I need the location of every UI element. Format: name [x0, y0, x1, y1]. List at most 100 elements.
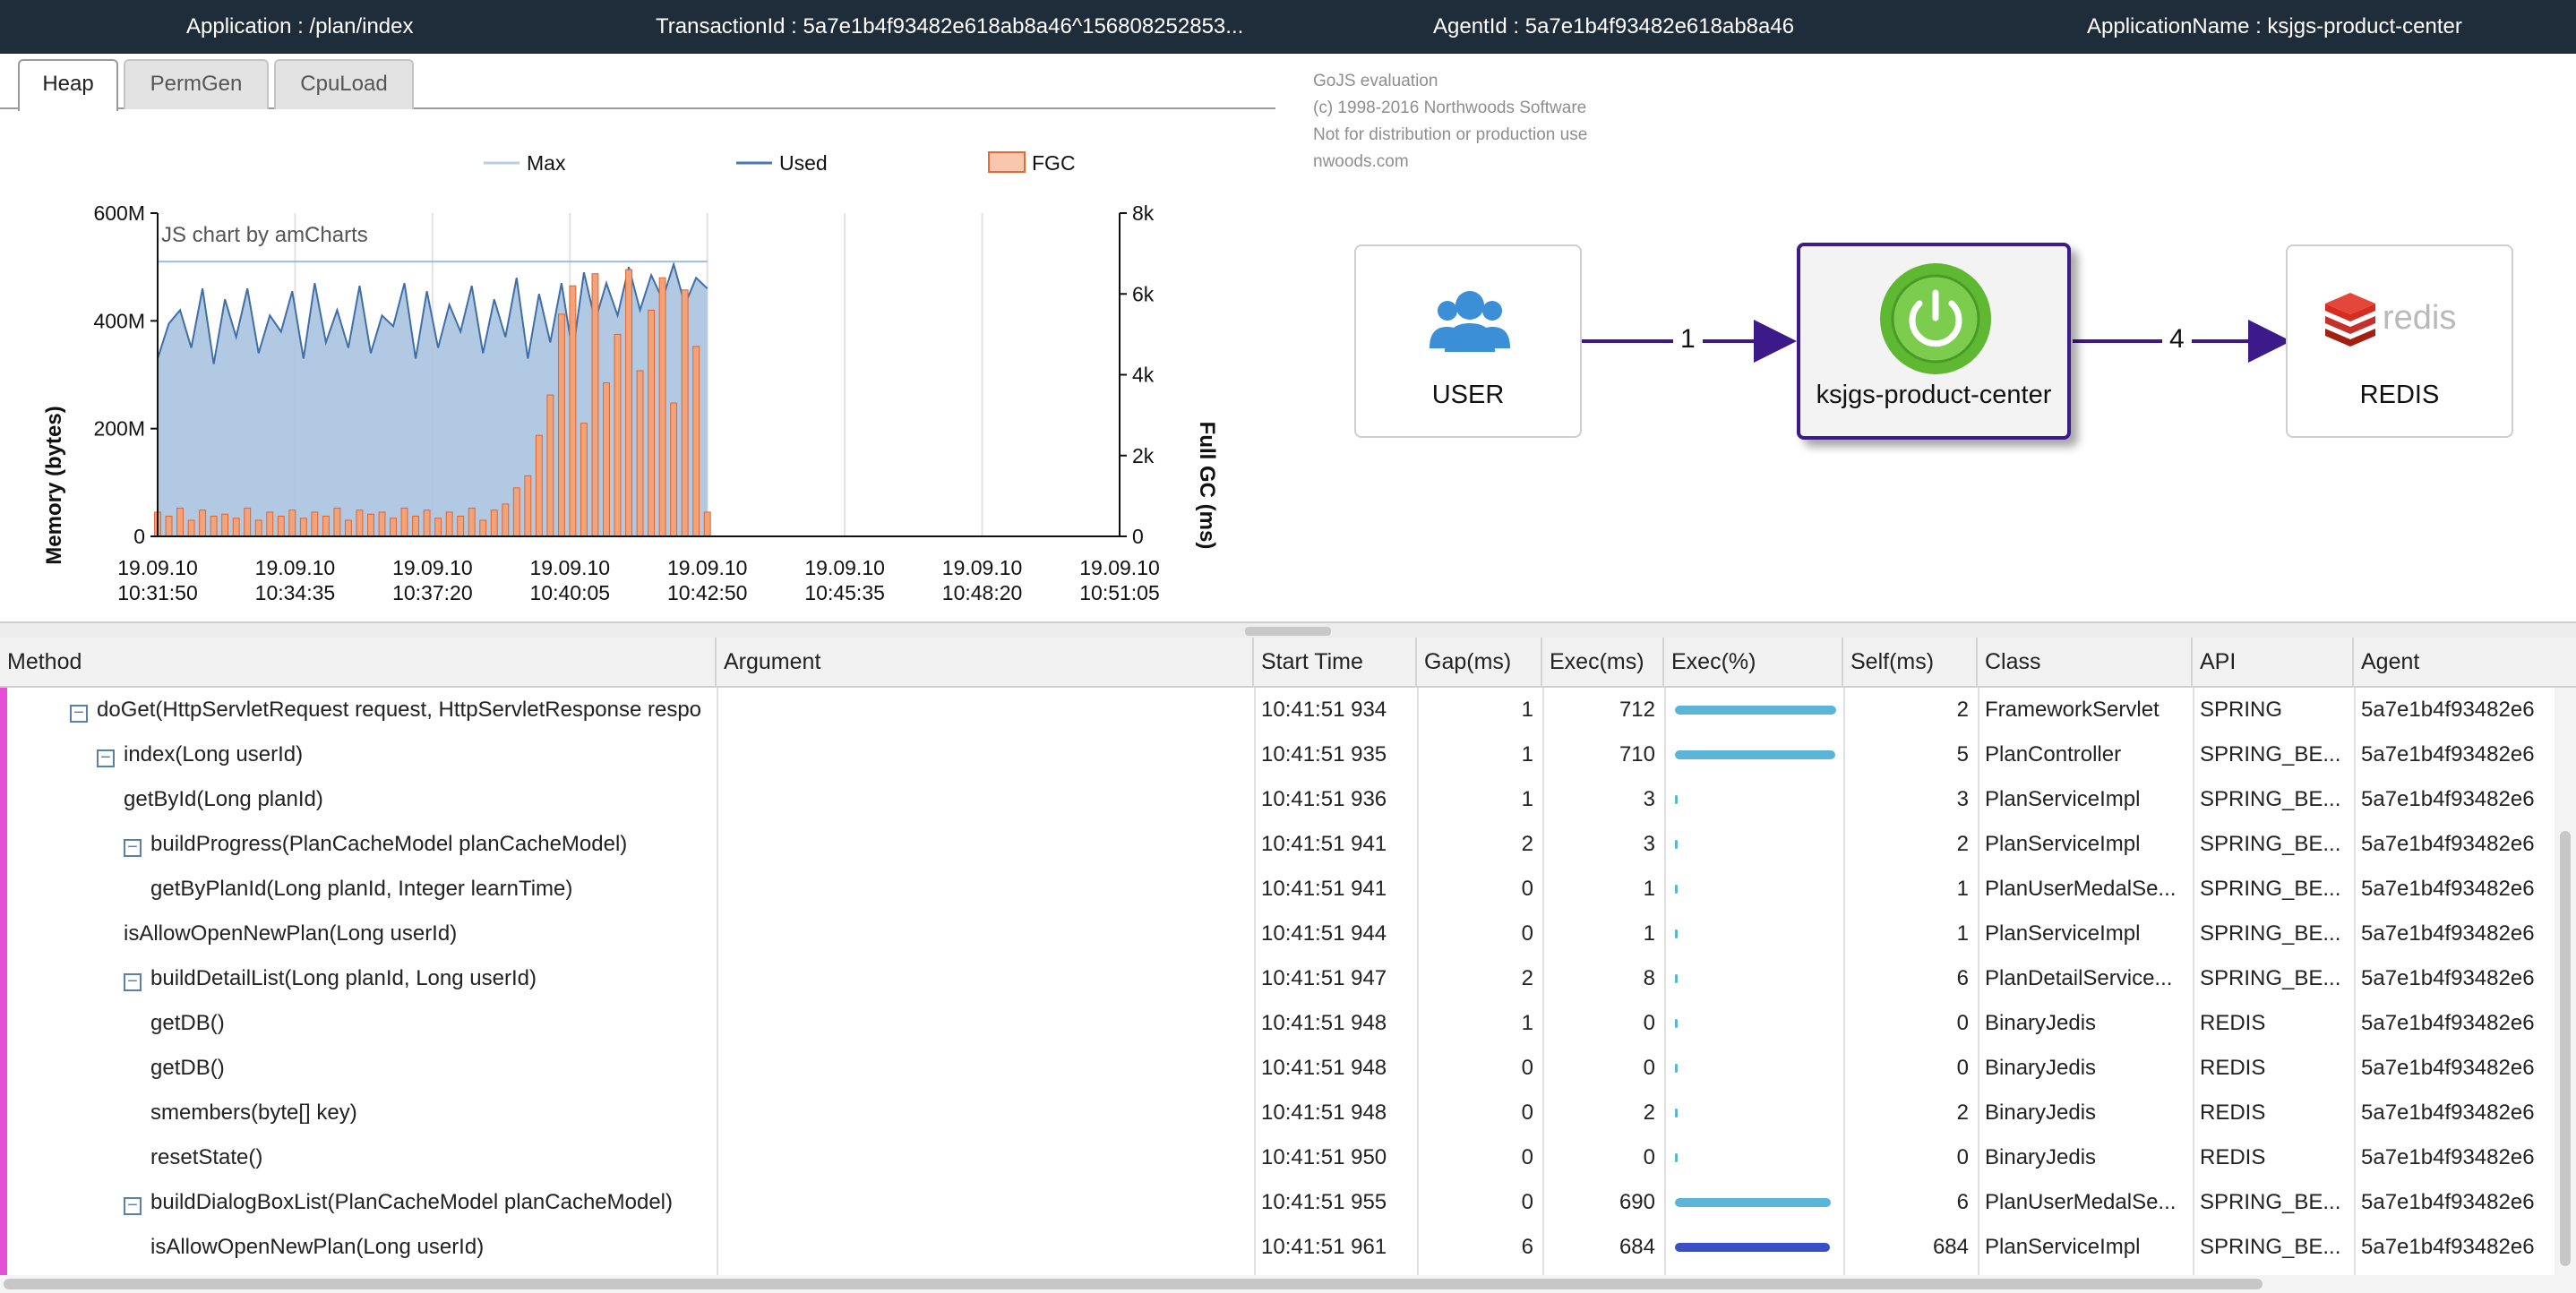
x-tick-time: 10:34:35 [255, 581, 336, 604]
column-header-argument[interactable]: Argument [717, 638, 1254, 688]
method-name: getDB() [150, 1056, 225, 1080]
table-row[interactable]: getDB() 10:41:51 948 1 0 0 BinaryJedis REDIS 5a… [0, 1001, 2555, 1046]
collapse-toggle-icon[interactable]: − [124, 972, 142, 991]
column-header-exec[interactable]: Exec(ms) [1542, 638, 1664, 688]
chart-legend: Max Used FGC [484, 151, 1076, 175]
redis-logo-text: redis [2383, 299, 2456, 337]
tab-permgen[interactable]: PermGen [124, 59, 269, 109]
table-row[interactable]: − buildDialogBoxList(PlanCacheModel planC… [0, 1180, 2555, 1225]
cell-start: 10:41:51 941 [1261, 877, 1387, 901]
column-header-exec-pct[interactable]: Exec(%) [1664, 638, 1843, 688]
cell-argument [717, 1225, 1254, 1270]
fgc-bar [457, 515, 465, 537]
column-header-class[interactable]: Class [1978, 638, 2193, 688]
fgc-bar [221, 513, 229, 537]
cell-self: 1 [1956, 877, 1969, 901]
node-redis[interactable]: redis REDIS [2286, 244, 2513, 438]
table-row[interactable]: − buildDetailList(Long planId, Long userI… [0, 956, 2555, 1001]
collapse-toggle-icon[interactable]: − [70, 704, 88, 723]
cell-argument [717, 688, 1254, 732]
pane-splitter[interactable] [0, 621, 2576, 638]
fgc-bar [625, 269, 632, 537]
fgc-bar [648, 309, 656, 537]
cell-api: SPRING_BE... [2200, 877, 2341, 901]
cell-gap: 1 [1521, 742, 1533, 766]
vertical-scroll-thumb[interactable] [2560, 831, 2571, 1266]
cell-gap: 2 [1521, 832, 1533, 856]
y-right-tick: 2k [1132, 444, 1155, 467]
cell-self: 684 [1932, 1235, 1969, 1259]
cell-argument [717, 777, 1254, 822]
table-row[interactable]: smembers(byte[] key) 10:41:51 948 0 2 2 Binar… [0, 1091, 2555, 1135]
column-header-gap[interactable]: Gap(ms) [1417, 638, 1542, 688]
column-header-start-time[interactable]: Start Time [1254, 638, 1417, 688]
table-row[interactable]: getById(Long planId) 10:41:51 936 1 3 3 PlanS… [0, 777, 2555, 822]
y-left-tick: 200M [93, 417, 145, 441]
cell-gap: 0 [1521, 1190, 1533, 1214]
fgc-bar [165, 515, 173, 537]
table-row[interactable]: isAllowOpenNewPlan(Long userId) 10:41:51 … [0, 912, 2555, 956]
cell-exec: 684 [1619, 1235, 1655, 1259]
column-header-self[interactable]: Self(ms) [1843, 638, 1978, 688]
column-header-agent[interactable]: Agent [2354, 638, 2576, 688]
cell-self: 1 [1956, 921, 1969, 946]
table-row[interactable]: isAllowOpenNewPlan(Long userId) 10:41:51 … [0, 1225, 2555, 1270]
table-row[interactable]: resetState() 10:41:51 950 0 0 0 BinaryJedis RE… [0, 1135, 2555, 1180]
fgc-bar [356, 509, 364, 537]
cell-exec: 712 [1619, 698, 1655, 722]
fgc-bar [692, 346, 700, 537]
cell-pct [1664, 688, 1843, 732]
method-name: buildProgress(PlanCacheModel planCacheMo… [150, 832, 628, 856]
table-row[interactable]: getByPlanId(Long planId, Integer learnTi… [0, 867, 2555, 912]
chart-tabs: Heap PermGen CpuLoad [0, 54, 1275, 111]
cell-pct [1664, 822, 1843, 867]
cell-pct [1664, 1046, 1843, 1091]
cell-start: 10:41:51 948 [1261, 1011, 1387, 1035]
cell-exec: 1 [1643, 877, 1655, 901]
cell-start: 10:41:51 935 [1261, 742, 1387, 766]
y-right-tick: 6k [1132, 282, 1155, 305]
table-row[interactable]: getDB() 10:41:51 948 0 0 0 BinaryJedis REDIS 5a… [0, 1046, 2555, 1091]
fgc-bar [614, 333, 622, 537]
cell-argument [717, 1001, 1254, 1046]
collapse-toggle-icon[interactable]: − [124, 1196, 142, 1215]
cell-method: isAllowOpenNewPlan(Long userId) [0, 1225, 717, 1270]
tab-heap[interactable]: Heap [18, 59, 118, 111]
link-count-user-app: 1 [1673, 324, 1703, 355]
cell-api: SPRING [2200, 698, 2283, 722]
horizontal-scroll-thumb[interactable] [4, 1279, 2263, 1289]
table-vertical-scrollbar[interactable] [2555, 688, 2576, 1275]
fgc-bar [266, 511, 274, 537]
x-tick-date: 19.09.10 [1079, 556, 1160, 579]
cell-method: − buildDetailList(Long planId, Long userI… [0, 956, 717, 1001]
table-row[interactable]: − index(Long userId) 10:41:51 935 1 710 5 Plan… [0, 732, 2555, 777]
tab-cpuload[interactable]: CpuLoad [274, 59, 414, 109]
fgc-bar [277, 515, 285, 537]
cell-method: getByPlanId(Long planId, Integer learnTi… [0, 867, 717, 912]
collapse-toggle-icon[interactable]: − [124, 838, 142, 857]
x-tick-date: 19.09.10 [667, 556, 748, 579]
table-horizontal-scrollbar[interactable] [0, 1275, 2576, 1293]
cell-agent: 5a7e1b4f93482e6 [2361, 921, 2535, 946]
node-product-center-label: ksjgs-product-center [1816, 381, 2052, 409]
fgc-bar [681, 289, 689, 537]
splitter-grip[interactable] [1245, 627, 1331, 636]
node-user[interactable]: USER [1354, 244, 1582, 438]
y-left-tick: 600M [93, 201, 145, 225]
column-header-api[interactable]: API [2193, 638, 2354, 688]
cell-api: SPRING_BE... [2200, 921, 2341, 946]
collapse-toggle-icon[interactable]: − [97, 749, 115, 767]
cell-method: − buildProgress(PlanCacheModel planCacheM… [0, 822, 717, 867]
cell-exec: 0 [1643, 1011, 1655, 1035]
cell-class: FrameworkServlet [1985, 698, 2160, 722]
fgc-bar [232, 518, 240, 537]
exec-percent-bar [1675, 795, 1678, 804]
cell-pct [1664, 867, 1843, 912]
cell-gap: 6 [1521, 1235, 1533, 1259]
table-row[interactable]: − buildProgress(PlanCacheModel planCacheM… [0, 822, 2555, 867]
node-product-center[interactable]: ksjgs-product-center [1797, 243, 2071, 440]
column-header-method[interactable]: Method [0, 638, 717, 688]
fgc-bar [254, 519, 262, 537]
table-row[interactable]: − doGet(HttpServletRequest request, HttpS… [0, 688, 2555, 732]
method-name: isAllowOpenNewPlan(Long userId) [150, 1235, 485, 1259]
